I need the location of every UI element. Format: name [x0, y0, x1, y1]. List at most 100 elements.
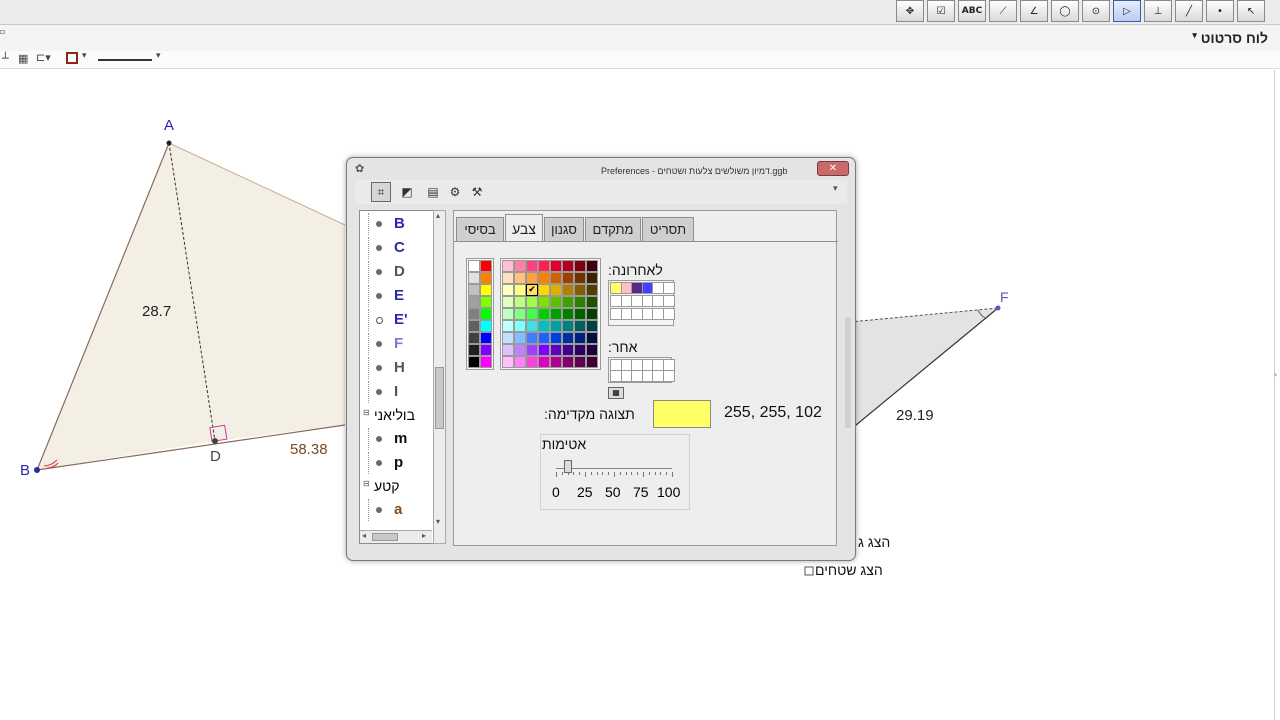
- palette-swatch[interactable]: [574, 356, 586, 368]
- tree-item-f[interactable]: F: [360, 333, 430, 355]
- primary-swatch[interactable]: [480, 356, 492, 368]
- palette-swatch[interactable]: [586, 260, 598, 272]
- palette-swatch[interactable]: [562, 260, 574, 272]
- palette-swatch[interactable]: [526, 344, 538, 356]
- palette-swatch[interactable]: [502, 260, 514, 272]
- palette-swatch[interactable]: [586, 344, 598, 356]
- palette-swatch[interactable]: [574, 308, 586, 320]
- primary-swatch[interactable]: [480, 344, 492, 356]
- custom-color-button[interactable]: ▦: [608, 387, 624, 399]
- palette-swatch[interactable]: [526, 332, 538, 344]
- palette-swatch[interactable]: [526, 320, 538, 332]
- vscroll-thumb[interactable]: [435, 367, 444, 429]
- gray-swatch[interactable]: [468, 344, 480, 356]
- tree-item-c[interactable]: C: [360, 237, 430, 259]
- tab-color[interactable]: צבע: [505, 214, 543, 242]
- collapse-toggle-icon[interactable]: ⊟: [363, 408, 370, 417]
- layout-settings-icon[interactable]: ▤: [423, 182, 443, 202]
- palette-swatch[interactable]: [574, 320, 586, 332]
- palette-swatch[interactable]: [586, 296, 598, 308]
- palette-swatch[interactable]: [502, 308, 514, 320]
- gray-swatch[interactable]: [468, 260, 480, 272]
- gray-swatch[interactable]: [468, 356, 480, 368]
- palette-swatch[interactable]: [514, 308, 526, 320]
- palette-swatch[interactable]: [514, 260, 526, 272]
- tree-vscrollbar[interactable]: ▴ ▾: [433, 210, 446, 544]
- tree-item-i[interactable]: I: [360, 381, 430, 403]
- palette-swatch[interactable]: [562, 320, 574, 332]
- tree-item-p[interactable]: p: [360, 452, 430, 474]
- palette-swatch[interactable]: [586, 332, 598, 344]
- tree-item-h[interactable]: H: [360, 357, 430, 379]
- palette-swatch[interactable]: [514, 344, 526, 356]
- primary-swatch[interactable]: [480, 284, 492, 296]
- palette-swatch[interactable]: [538, 356, 550, 368]
- palette-swatch[interactable]: [502, 332, 514, 344]
- palette-swatch[interactable]: [574, 296, 586, 308]
- palette-swatch[interactable]: [574, 272, 586, 284]
- tree-item-m[interactable]: m: [360, 428, 430, 450]
- palette-swatch[interactable]: [538, 260, 550, 272]
- gray-swatch[interactable]: [468, 320, 480, 332]
- palette-swatch[interactable]: [562, 272, 574, 284]
- toolbar-menu-icon[interactable]: ▾: [833, 184, 838, 194]
- primary-swatch[interactable]: [480, 272, 492, 284]
- palette-swatch[interactable]: [526, 356, 538, 368]
- tree-item-d[interactable]: D: [360, 261, 430, 283]
- recent-swatch[interactable]: [662, 295, 675, 307]
- palette-swatch[interactable]: [538, 308, 550, 320]
- scroll-down-icon[interactable]: ▾: [436, 517, 440, 526]
- primary-swatch[interactable]: [480, 320, 492, 332]
- palette-swatch[interactable]: [550, 332, 562, 344]
- palette-swatch[interactable]: [550, 308, 562, 320]
- palette-swatch[interactable]: [562, 296, 574, 308]
- primary-swatch[interactable]: [480, 332, 492, 344]
- point-f[interactable]: [995, 305, 1001, 311]
- palette-swatch[interactable]: [586, 272, 598, 284]
- tree-hscrollbar[interactable]: ◂ ▸: [360, 530, 432, 543]
- gray-swatch[interactable]: [468, 272, 480, 284]
- palette-swatch[interactable]: [550, 296, 562, 308]
- palette-swatch[interactable]: ✔: [526, 284, 538, 296]
- gray-swatch[interactable]: [468, 284, 480, 296]
- gray-swatch[interactable]: [468, 332, 480, 344]
- show-height-checkbox-label[interactable]: הצג ג: [858, 534, 890, 550]
- palette-swatch[interactable]: [574, 260, 586, 272]
- palette-swatch[interactable]: [586, 308, 598, 320]
- palette-swatch[interactable]: [550, 320, 562, 332]
- palette-swatch[interactable]: [526, 308, 538, 320]
- tree-group-boolean[interactable]: ⊟ בוליאני: [360, 405, 444, 427]
- scroll-right-icon[interactable]: ▸: [422, 531, 426, 540]
- graphics-settings-icon[interactable]: ◩: [397, 182, 417, 202]
- tree-item-e-prime[interactable]: E': [360, 309, 430, 331]
- palette-swatch[interactable]: [514, 296, 526, 308]
- palette-swatch[interactable]: [550, 344, 562, 356]
- palette-swatch[interactable]: [574, 284, 586, 296]
- gray-swatch[interactable]: [468, 308, 480, 320]
- palette-swatch[interactable]: [562, 308, 574, 320]
- dialog-titlebar[interactable]: ✿ Preferences - דמיון משולשים צלעות ושטח…: [351, 161, 851, 181]
- palette-swatch[interactable]: [514, 320, 526, 332]
- opacity-slider-track[interactable]: [556, 468, 672, 469]
- palette-swatch[interactable]: [502, 296, 514, 308]
- palette-swatch[interactable]: [562, 332, 574, 344]
- primary-swatch[interactable]: [480, 296, 492, 308]
- tab-scripting[interactable]: תסריט: [642, 217, 694, 241]
- recent-swatch[interactable]: [662, 282, 675, 294]
- palette-swatch[interactable]: [586, 356, 598, 368]
- palette-swatch[interactable]: [502, 356, 514, 368]
- palette-swatch[interactable]: [514, 284, 526, 296]
- palette-swatch[interactable]: [550, 356, 562, 368]
- palette-swatch[interactable]: [550, 272, 562, 284]
- palette-swatch[interactable]: [502, 320, 514, 332]
- scroll-left-icon[interactable]: ◂: [362, 531, 366, 540]
- tree-item-a[interactable]: a: [360, 499, 430, 521]
- dialog-resize-edge[interactable]: [845, 318, 851, 428]
- point-b[interactable]: [34, 467, 40, 473]
- palette-swatch[interactable]: [538, 344, 550, 356]
- palette-swatch[interactable]: [526, 272, 538, 284]
- palette-swatch[interactable]: [550, 284, 562, 296]
- scroll-up-icon[interactable]: ▴: [436, 211, 440, 220]
- palette-swatch[interactable]: [526, 260, 538, 272]
- close-button[interactable]: ✕: [817, 161, 849, 176]
